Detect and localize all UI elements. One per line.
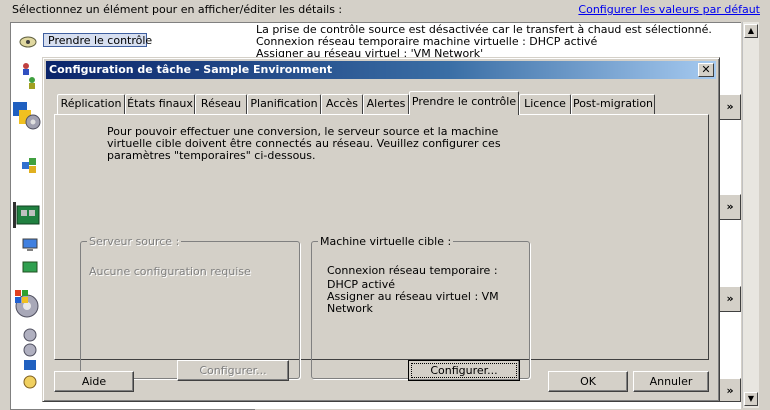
- tab-post-migration[interactable]: Post-migration: [571, 94, 655, 114]
- close-button[interactable]: ✕: [698, 63, 714, 77]
- cancel-button[interactable]: Annuler: [633, 371, 709, 392]
- task-configuration-dialog: Configuration de tâche - Sample Environm…: [42, 57, 720, 402]
- takeover-icon[interactable]: [18, 32, 38, 50]
- collapse-section-button[interactable]: »: [719, 286, 741, 312]
- target-vm-detail-line: Network: [327, 302, 373, 315]
- collapse-section-button[interactable]: »: [719, 94, 741, 120]
- ok-button[interactable]: OK: [548, 371, 628, 392]
- collapse-section-button[interactable]: »: [719, 378, 741, 402]
- tab-prendre-le-controle[interactable]: Prendre le contrôle: [409, 91, 519, 115]
- servers-icon[interactable]: [20, 156, 40, 176]
- details-instruction: Sélectionnez un élément pour en afficher…: [12, 3, 343, 16]
- gear-icons-stack[interactable]: [22, 328, 38, 392]
- vertical-scrollbar[interactable]: ▲ ▼: [742, 22, 759, 408]
- network-users-icon[interactable]: [20, 60, 38, 92]
- hardware-card-icon[interactable]: [11, 200, 43, 230]
- scroll-up-arrow-icon[interactable]: ▲: [744, 24, 758, 38]
- source-server-legend: Serveur source :: [89, 235, 180, 248]
- close-icon: ✕: [701, 63, 711, 76]
- target-vm-group: Machine virtuelle cible : Connexion rése…: [311, 235, 530, 381]
- scroll-down-arrow-icon[interactable]: ▼: [744, 392, 758, 406]
- dialog-title: Configuration de tâche - Sample Environm…: [49, 63, 333, 76]
- dialog-titlebar[interactable]: Configuration de tâche - Sample Environm…: [46, 61, 716, 79]
- source-configure-button[interactable]: Configurer...: [177, 360, 289, 381]
- tab-planification[interactable]: Planification: [247, 94, 321, 114]
- tab-content-panel: Pour pouvoir effectuer une conversion, l…: [54, 114, 709, 381]
- tab-replication[interactable]: Réplication: [57, 94, 125, 114]
- configure-defaults-link[interactable]: Configurer les valeurs par défaut: [578, 3, 760, 16]
- target-configure-button[interactable]: Configurer...: [408, 360, 520, 381]
- tab-alertes[interactable]: Alertes: [363, 94, 409, 114]
- monitor-icon[interactable]: [22, 238, 38, 252]
- tab-acces[interactable]: Accès: [321, 94, 363, 114]
- tab-reseau[interactable]: Réseau: [195, 94, 247, 114]
- tab-etats-finaux[interactable]: États finaux: [125, 94, 195, 114]
- source-server-group: Serveur source : Aucune configuration re…: [80, 235, 300, 381]
- target-vm-details: Connexion réseau temporaire : DHCP activ…: [327, 265, 499, 315]
- intro-text: Pour pouvoir effectuer une conversion, l…: [107, 125, 501, 162]
- configuration-icon[interactable]: [11, 98, 43, 132]
- collapse-section-button[interactable]: »: [719, 194, 741, 220]
- card-icon[interactable]: [22, 260, 38, 274]
- tree-item-prendre-le-controle[interactable]: Prendre le contrôle: [43, 33, 152, 47]
- target-vm-legend: Machine virtuelle cible :: [320, 235, 452, 248]
- target-vm-detail-line: Connexion réseau temporaire :: [327, 264, 498, 277]
- details-info: La prise de contrôle source est désactiv…: [256, 24, 712, 60]
- source-server-status: Aucune configuration requise: [89, 265, 251, 278]
- help-button[interactable]: Aide: [54, 371, 134, 392]
- windows-gear-icon[interactable]: [11, 288, 43, 320]
- tab-licence[interactable]: Licence: [519, 94, 571, 114]
